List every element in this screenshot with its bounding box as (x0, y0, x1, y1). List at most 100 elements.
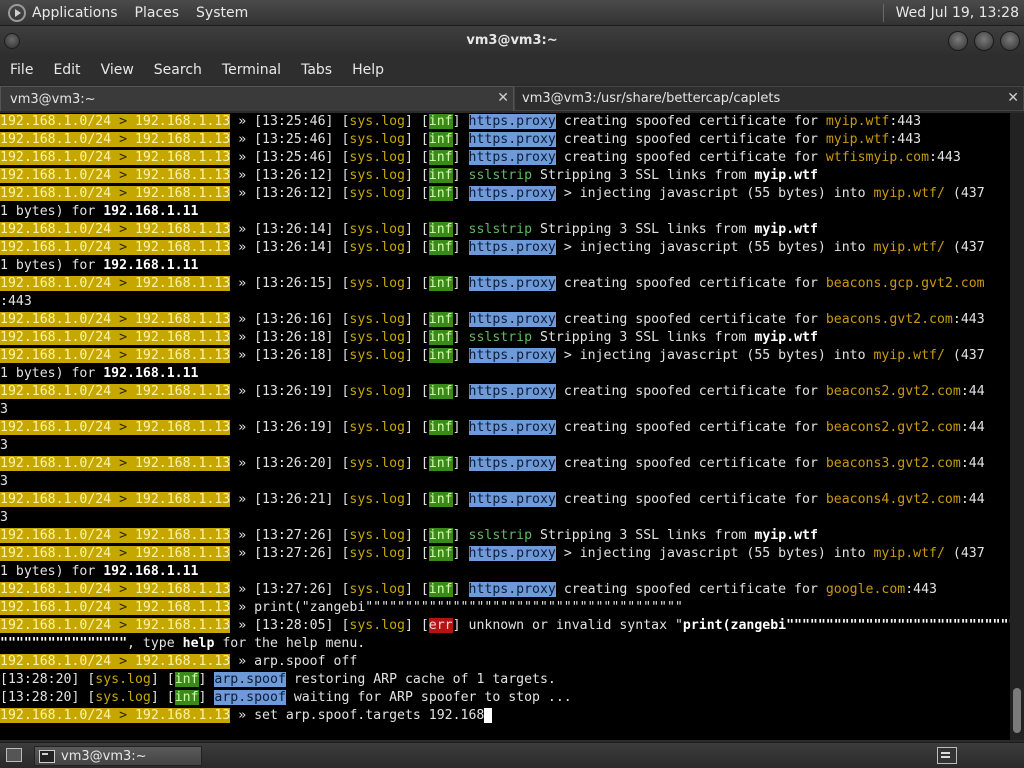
terminal-line: 192.168.1.0/24 > 192.168.1.13 » [13:26:1… (0, 347, 1010, 365)
prompt-separator: > (111, 600, 135, 615)
terminal-line: [13:28:20] [sys.log] [inf] arp.spoof wai… (0, 689, 1010, 707)
log-level-inf: inf (428, 546, 453, 561)
log-message: (437 (944, 240, 985, 255)
log-source: sys.log (349, 348, 405, 363)
menu-terminal[interactable]: Terminal (222, 62, 281, 78)
tab-caplets[interactable]: vm3@vm3:/usr/share/bettercap/caplets ✕ (514, 86, 1024, 111)
log-timestamp: [13:26:21] (254, 492, 342, 507)
log-source: sys.log (349, 186, 405, 201)
menu-view[interactable]: View (101, 62, 134, 78)
module-https-proxy: https.proxy (468, 420, 556, 435)
maximize-button[interactable] (974, 31, 994, 51)
log-timestamp: [13:26:15] (254, 276, 342, 291)
prompt-subnet: 192.168.1.0/24 (0, 528, 112, 543)
prompt-arrow: » (230, 654, 255, 669)
log-timestamp: [13:25:46] (254, 114, 342, 129)
log-timestamp: [13:28:05] (254, 618, 342, 633)
close-button[interactable] (1000, 31, 1020, 51)
log-message: creating spoofed certificate for (563, 420, 826, 435)
prompt-separator: > (111, 168, 135, 183)
log-source: sys.log (349, 240, 405, 255)
module-arp-spoof: arp.spoof (214, 690, 286, 705)
terminal-line: 1 bytes) for 192.168.1.11 (0, 563, 1010, 581)
log-message: (437 (944, 348, 985, 363)
module-arp-spoof: arp.spoof (214, 672, 286, 687)
prompt-host: 192.168.1.13 (134, 222, 231, 237)
terminal-text: ] [ (404, 330, 429, 345)
log-message: myip.wtf/ (873, 546, 945, 561)
log-source: sys.log (349, 276, 405, 291)
panel-menu-applications[interactable]: Applications (32, 5, 118, 21)
log-message: beacons.gvt2.com (825, 312, 953, 327)
terminal-output[interactable]: 192.168.1.0/24 > 192.168.1.13 » [13:25:4… (0, 113, 1010, 740)
taskbar-item-terminal[interactable]: vm3@vm3:~ (34, 746, 202, 766)
prompt-separator: > (111, 330, 135, 345)
menu-file[interactable]: File (10, 62, 33, 78)
terminal-text: ] (452, 186, 469, 201)
prompt-host: 192.168.1.13 (134, 114, 231, 129)
menu-tabs[interactable]: Tabs (301, 62, 332, 78)
terminal-text: ] (452, 132, 469, 147)
menu-edit[interactable]: Edit (53, 62, 80, 78)
prompt-arrow: » (230, 528, 255, 543)
terminal-scrollbar[interactable] (1010, 113, 1024, 740)
prompt-subnet: 192.168.1.0/24 (0, 618, 112, 633)
panel-menu-system[interactable]: System (196, 5, 248, 21)
prompt-host: 192.168.1.13 (134, 384, 231, 399)
panel-menu-places[interactable]: Places (135, 5, 180, 21)
log-level-inf: inf (428, 186, 453, 201)
module-https-proxy: https.proxy (468, 492, 556, 507)
workspace-switcher-icon[interactable] (937, 747, 957, 764)
log-timestamp: [13:26:12] (254, 168, 342, 183)
menu-help[interactable]: Help (352, 62, 384, 78)
terminal-text: ] (452, 348, 469, 363)
log-timestamp: [13:26:12] (254, 186, 342, 201)
log-timestamp: [13:27:26] (254, 546, 342, 561)
terminal-line: :443 (0, 293, 1010, 311)
prompt-separator: > (111, 240, 135, 255)
tab-home[interactable]: vm3@vm3:~ ✕ (0, 86, 514, 111)
scrollbar-thumb[interactable] (1013, 688, 1021, 733)
clock[interactable]: Wed Jul 19, 13:28 (896, 5, 1019, 21)
terminal-line: 192.168.1.0/24 > 192.168.1.13 » [13:26:2… (0, 491, 1010, 509)
log-message: myip.wtf (825, 132, 890, 147)
log-message: Stripping 3 SSL links from (540, 330, 755, 345)
terminal-text: ] [ (150, 690, 175, 705)
log-message: myip.wtf (754, 330, 818, 345)
log-message: 3 (0, 474, 8, 489)
terminal-text: ] (452, 240, 469, 255)
top-panel: Applications Places System Wed Jul 19, 1… (0, 0, 1024, 26)
tab-bar: vm3@vm3:~ ✕ vm3@vm3:/usr/share/bettercap… (0, 86, 1024, 111)
log-source: sys.log (349, 420, 405, 435)
prompt-separator: > (111, 420, 135, 435)
window-titlebar[interactable]: vm3@vm3:~ (0, 26, 1024, 56)
log-message: creating spoofed certificate for (563, 114, 826, 129)
terminal-line: 3 (0, 401, 1010, 419)
minimize-button[interactable] (948, 31, 968, 51)
log-message: 1 bytes) for (0, 564, 104, 579)
log-message: 1 bytes) for (0, 204, 104, 219)
distro-logo-icon[interactable] (8, 3, 26, 22)
prompt-host: 192.168.1.13 (134, 330, 231, 345)
module-https-proxy: https.proxy (468, 132, 556, 147)
close-icon[interactable]: ✕ (497, 90, 509, 106)
prompt-arrow: » (230, 168, 255, 183)
terminal-text: ] (452, 222, 469, 237)
prompt-separator: > (111, 654, 135, 669)
prompt-subnet: 192.168.1.0/24 (0, 456, 112, 471)
close-icon[interactable]: ✕ (1007, 90, 1019, 106)
log-message: :443 (889, 114, 922, 129)
prompt-arrow: » (230, 600, 255, 615)
terminal-line: 3 (0, 509, 1010, 527)
terminal-line: 3 (0, 473, 1010, 491)
log-timestamp: [13:28:20] (0, 672, 88, 687)
terminal-line: 192.168.1.0/24 > 192.168.1.13 » [13:25:4… (0, 131, 1010, 149)
prompt-separator: > (111, 492, 135, 507)
log-source: sys.log (349, 492, 405, 507)
show-desktop-icon[interactable] (6, 748, 22, 762)
panel-separator (882, 4, 884, 22)
menu-search[interactable]: Search (154, 62, 202, 78)
